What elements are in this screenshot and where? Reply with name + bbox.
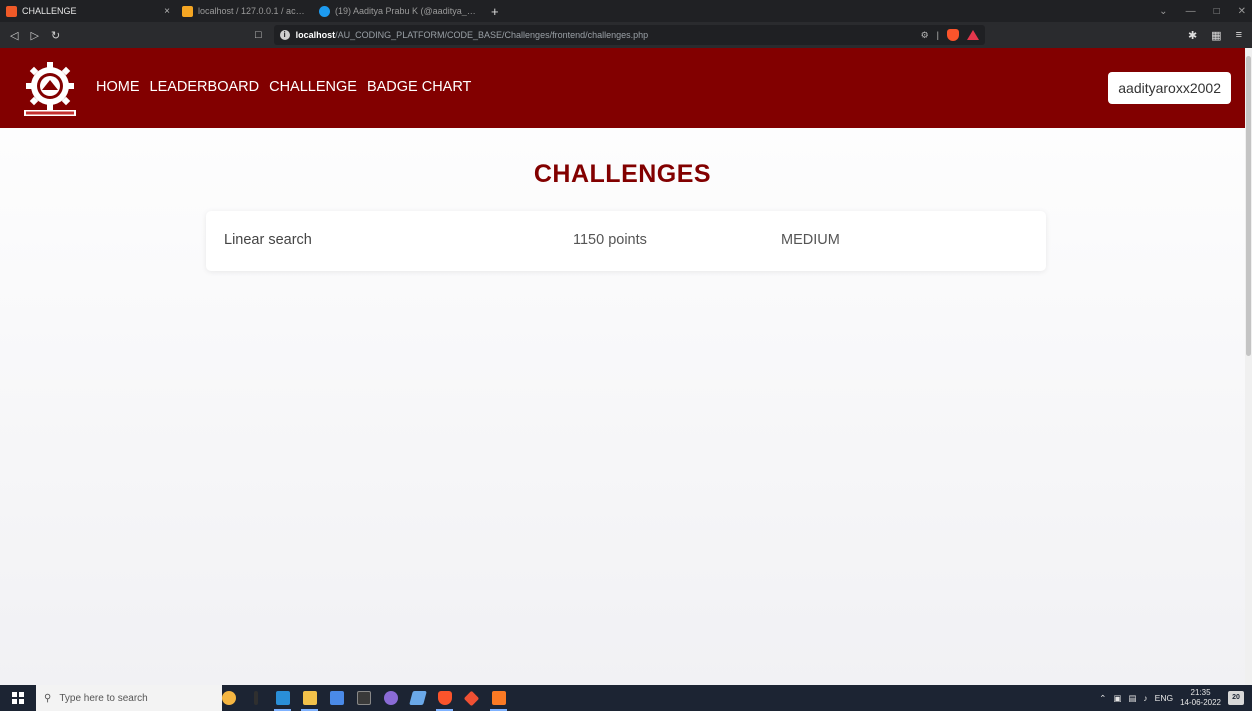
windows-taskbar: ⚲ Type here to search ⌃ ▣ ▤ ♪ ENG 21:35 …	[0, 685, 1252, 711]
challenge-card[interactable]: Linear search 1150 points MEDIUM	[206, 211, 1046, 271]
extensions-area: ✱ ▦ ≡	[1188, 22, 1242, 48]
brave-rewards-icon[interactable]	[967, 30, 979, 40]
site-header: HOME LEADERBOARD CHALLENGE BADGE CHART a…	[0, 48, 1245, 128]
extensions-icon[interactable]: ✱	[1188, 29, 1197, 42]
page-scrollbar[interactable]	[1245, 48, 1252, 685]
favicon-icon	[6, 5, 17, 17]
start-button[interactable]	[0, 685, 36, 711]
windows-logo-icon	[12, 692, 24, 704]
maximize-icon[interactable]: □	[1214, 6, 1220, 17]
challenge-difficulty: MEDIUM	[781, 232, 840, 248]
tab-challenge[interactable]: CHALLENGE ×	[0, 0, 176, 22]
twitter-icon	[319, 5, 330, 17]
challenge-name: Linear search	[224, 232, 312, 248]
scrollbar-thumb[interactable]	[1246, 56, 1251, 356]
page-title: CHALLENGES	[533, 160, 712, 188]
git-icon[interactable]	[458, 685, 485, 711]
chevron-up-icon[interactable]: ⌃	[1099, 693, 1106, 704]
minimize-icon[interactable]: —	[1186, 6, 1196, 17]
url-path: /AU_CODING_PLATFORM/CODE_BASE/Challenges…	[335, 30, 649, 40]
tab-search-icon[interactable]: ⌄	[1159, 6, 1167, 17]
vscode-icon[interactable]	[269, 685, 296, 711]
tab-title: localhost / 127.0.0.1 / account databa	[198, 6, 307, 16]
nav-leaderboard[interactable]: LEADERBOARD	[150, 79, 260, 95]
url-host: localhost	[295, 30, 336, 40]
language-indicator[interactable]: ENG	[1155, 693, 1173, 703]
address-input[interactable]: i localhost/AU_CODING_PLATFORM/CODE_BASE…	[273, 25, 985, 45]
volume-icon[interactable]: ♪	[1143, 693, 1147, 703]
notification-center-button[interactable]: 20	[1228, 691, 1244, 705]
system-tray: ⌃ ▣ ▤ ♪ ENG 21:35 14-06-2022 20	[1099, 685, 1244, 711]
nav-buttons: ◁ ▷ ↻	[0, 29, 240, 42]
task-view-icon[interactable]	[242, 685, 269, 711]
notes-icon[interactable]	[404, 685, 431, 711]
store-icon[interactable]	[323, 685, 350, 711]
university-logo-icon[interactable]	[20, 60, 80, 118]
tab-title: CHALLENGE	[22, 6, 77, 16]
back-icon[interactable]: ◁	[10, 29, 18, 42]
browser-toolbar: ◁ ▷ ↻ □ i localhost/AU_CODING_PLATFORM/C…	[0, 22, 1252, 48]
tray-app-icon[interactable]: ▣	[1113, 693, 1121, 704]
challenge-points: 1150 points	[573, 232, 647, 248]
nav-challenge[interactable]: CHALLENGE	[269, 79, 357, 95]
new-tab-button[interactable]: +	[485, 4, 505, 19]
main-nav: HOME LEADERBOARD CHALLENGE BADGE CHART	[96, 79, 471, 95]
brave-shield-icon[interactable]	[947, 29, 959, 41]
phpmyadmin-icon	[182, 5, 193, 17]
github-desktop-icon[interactable]	[377, 685, 404, 711]
reload-icon[interactable]: ↻	[51, 29, 60, 42]
search-icon: ⚲	[44, 692, 52, 704]
close-window-icon[interactable]: ✕	[1238, 6, 1246, 17]
terminal-icon[interactable]	[350, 685, 377, 711]
window-controls: ⌄ — □ ✕	[1159, 0, 1246, 22]
page-viewport: HOME LEADERBOARD CHALLENGE BADGE CHART a…	[0, 48, 1245, 685]
file-explorer-icon[interactable]	[296, 685, 323, 711]
menu-icon[interactable]: ≡	[1236, 29, 1242, 41]
site-info-icon[interactable]: i	[279, 30, 290, 40]
nav-badge-chart[interactable]: BADGE CHART	[367, 79, 471, 95]
tab-phpmyadmin[interactable]: localhost / 127.0.0.1 / account databa	[176, 0, 313, 22]
user-profile-button[interactable]: aadityaroxx2002	[1108, 72, 1231, 104]
forward-icon[interactable]: ▷	[30, 29, 38, 42]
brave-browser-icon[interactable]	[431, 685, 458, 711]
clock-time: 21:35	[1190, 688, 1211, 697]
taskbar-clock[interactable]: 21:35 14-06-2022	[1180, 688, 1221, 708]
weather-widget-icon[interactable]	[215, 685, 242, 711]
search-placeholder: Type here to search	[59, 692, 148, 704]
nav-home[interactable]: HOME	[96, 79, 140, 95]
bookmark-icon[interactable]: □	[255, 29, 262, 41]
clock-date: 14-06-2022	[1180, 698, 1221, 707]
browser-tab-strip: CHALLENGE × localhost / 127.0.0.1 / acco…	[0, 0, 1252, 22]
taskbar-search-input[interactable]: ⚲ Type here to search	[36, 685, 222, 711]
wallet-icon[interactable]: ▦	[1211, 29, 1221, 42]
network-icon[interactable]: ▤	[1128, 693, 1136, 704]
xampp-icon[interactable]	[485, 685, 512, 711]
address-bar-actions: ⚙ |	[921, 29, 979, 41]
taskbar-apps	[215, 685, 512, 711]
tab-twitter[interactable]: (19) Aaditya Prabu K (@aaditya_2002)	[313, 0, 485, 22]
url-area: □ i localhost/AU_CODING_PLATFORM/CODE_BA…	[255, 25, 985, 45]
close-tab-icon[interactable]: ×	[164, 6, 170, 17]
tab-title: (19) Aaditya Prabu K (@aaditya_2002)	[335, 6, 479, 16]
key-icon[interactable]: ⚙	[921, 30, 929, 41]
